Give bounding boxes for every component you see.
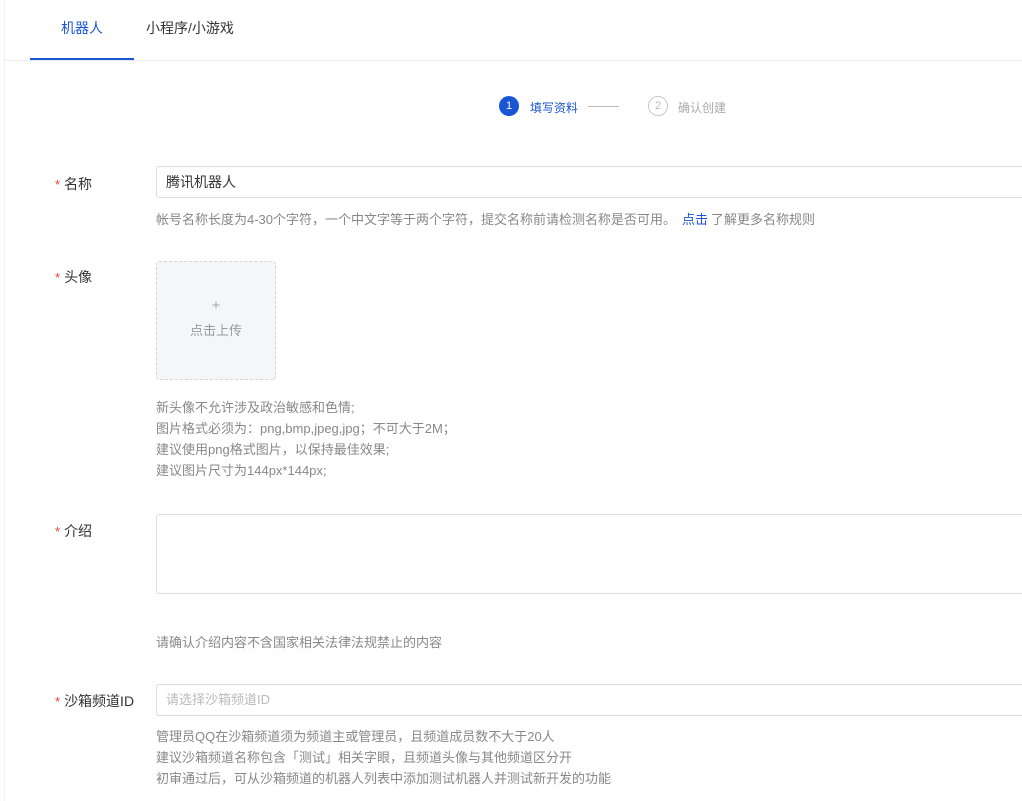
sandbox-help-line: 建议沙箱频道名称包含「测试」相关字眼，且频道头像与其他频道区分开	[156, 750, 573, 765]
intro-textarea[interactable]	[156, 514, 1022, 594]
sandbox-channel-label: * 沙箱频道ID	[55, 691, 134, 711]
intro-help: 请确认介绍内容不含国家相关法律法规禁止的内容	[156, 635, 443, 650]
tab-bar: 机器人 小程序/小游戏	[5, 0, 1022, 61]
tab-bot[interactable]: 机器人	[30, 0, 134, 61]
sandbox-help: 管理员QQ在沙箱频道须为频道主或管理员，且频道成员数不大于20人 建议沙箱频道名…	[156, 726, 611, 789]
active-tab-indicator	[30, 58, 134, 60]
name-rules-link[interactable]: 点击	[682, 212, 708, 227]
step-connector	[588, 106, 619, 107]
sandbox-channel-select[interactable]: 请选择沙箱频道ID	[156, 684, 1022, 716]
avatar-label: * 头像	[55, 267, 92, 287]
avatar-help-line: 新头像不允许涉及政治敏感和色情;	[156, 400, 355, 415]
step-2-number: 2	[648, 96, 668, 116]
name-help: 帐号名称长度为4-30个字符，一个中文字等于两个字符，提交名称前请检测名称是否可…	[156, 209, 815, 230]
avatar-help-line: 建议图片尺寸为144px*144px;	[156, 463, 327, 478]
plus-icon: +	[211, 297, 221, 314]
sandbox-channel-label-text: 沙箱频道ID	[64, 693, 135, 709]
name-label: * 名称	[55, 174, 92, 194]
avatar-upload-button[interactable]: + 点击上传	[156, 261, 276, 380]
avatar-help-line: 建议使用png格式图片，以保持最佳效果;	[156, 442, 390, 457]
avatar-label-text: 头像	[64, 269, 93, 285]
step-2-label: 确认创建	[678, 101, 727, 115]
required-mark: *	[55, 270, 61, 285]
intro-label-text: 介绍	[64, 523, 93, 539]
name-label-text: 名称	[64, 176, 93, 192]
avatar-help-line: 图片格式必须为：png,bmp,jpeg,jpg；不可大于2M；	[156, 421, 456, 436]
intro-label: * 介绍	[55, 521, 92, 541]
create-bot-page: 机器人 小程序/小游戏 1 填写资料 2 确认创建 * 名称 腾讯机器人 帐号名称…	[4, 0, 1022, 801]
avatar-help: 新头像不允许涉及政治敏感和色情; 图片格式必须为：png,bmp,jpeg,jp…	[156, 397, 456, 481]
step-1-label: 填写资料	[530, 101, 579, 115]
step-1-number: 1	[499, 96, 519, 116]
name-input[interactable]: 腾讯机器人	[156, 166, 1022, 198]
required-mark: *	[55, 524, 61, 539]
name-help-suffix: 了解更多名称规则	[711, 212, 816, 227]
sandbox-help-line: 初审通过后，可从沙箱频道的机器人列表中添加测试机器人并测试新开发的功能	[156, 771, 612, 786]
sandbox-help-line: 管理员QQ在沙箱频道须为频道主或管理员，且频道成员数不大于20人	[156, 729, 555, 744]
required-mark: *	[55, 694, 61, 709]
upload-label: 点击上传	[189, 323, 242, 338]
tab-miniprogram[interactable]: 小程序/小游戏	[139, 0, 241, 61]
name-help-text: 帐号名称长度为4-30个字符，一个中文字等于两个字符，提交名称前请检测名称是否可…	[156, 212, 677, 227]
required-mark: *	[55, 177, 61, 192]
